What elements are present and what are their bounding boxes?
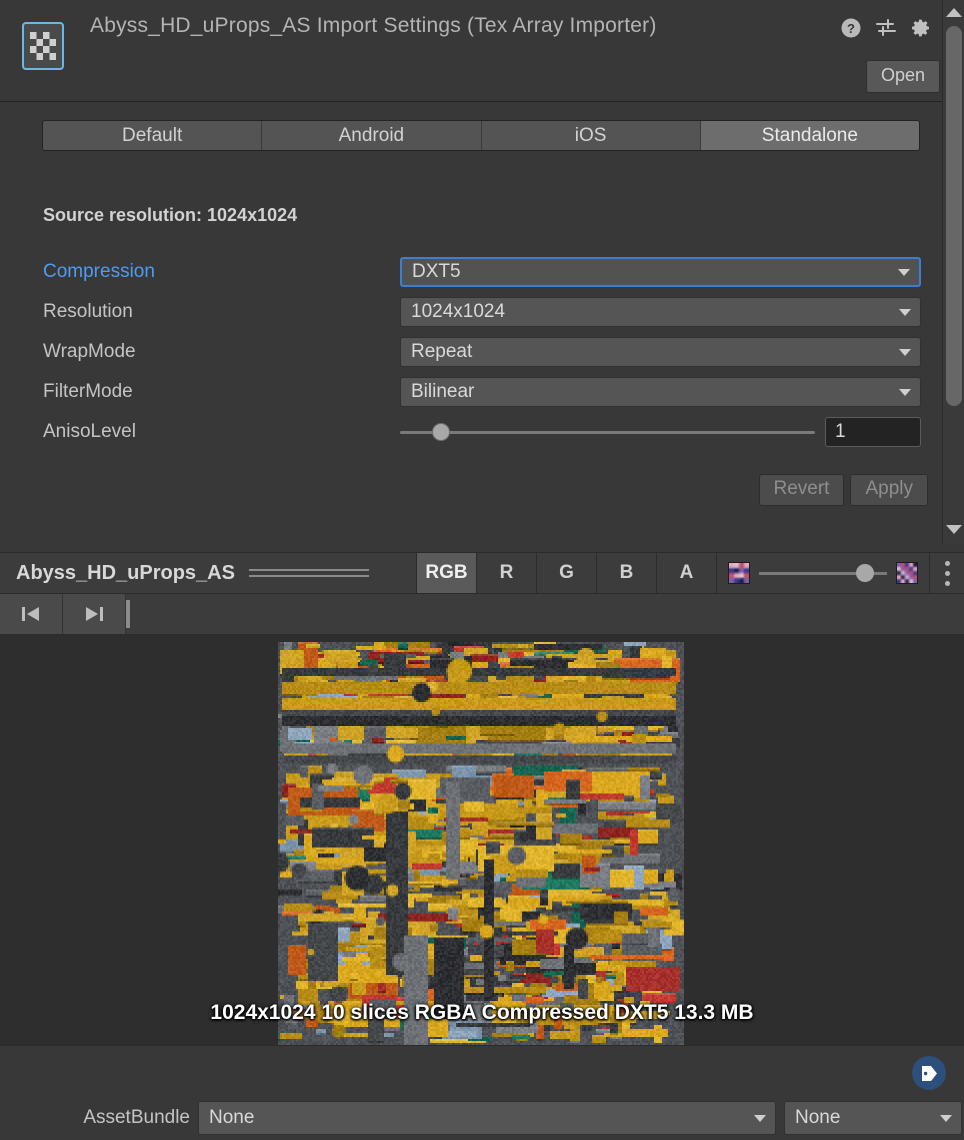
resolution-dropdown[interactable]: 1024x1024 (400, 297, 921, 327)
wrapmode-dropdown[interactable]: Repeat (400, 337, 921, 367)
channel-a-button[interactable]: A (657, 553, 717, 593)
field-filtermode: FilterMode Bilinear (43, 377, 921, 407)
chevron-down-icon (754, 1115, 766, 1122)
preview-title: Abyss_HD_uProps_AS (16, 561, 235, 584)
channel-rgb-button[interactable]: RGB (417, 553, 477, 593)
anisolevel-slider[interactable] (400, 422, 815, 442)
help-icon[interactable]: ? (840, 17, 862, 39)
gear-icon[interactable] (910, 17, 932, 39)
chevron-down-icon (899, 349, 911, 356)
filtermode-value: Bilinear (411, 381, 475, 402)
chevron-down-icon (899, 309, 911, 316)
inspector-window: Abyss_HD_uProps_AS Import Settings (Tex … (0, 0, 964, 1140)
texture-image[interactable] (278, 642, 684, 1045)
slider-handle[interactable] (431, 423, 450, 441)
inspector-header: Abyss_HD_uProps_AS Import Settings (Tex … (0, 0, 964, 102)
mip-level-slider[interactable] (759, 563, 887, 583)
compression-value: DXT5 (412, 261, 461, 282)
assetbundle-name-dropdown[interactable]: None (198, 1101, 776, 1135)
preview-toolbar (0, 594, 964, 635)
mip-large-checker-icon (896, 562, 918, 584)
slider-handle[interactable] (855, 564, 874, 582)
wrapmode-label: WrapMode (43, 341, 136, 362)
texture-checker-icon (22, 22, 64, 70)
chevron-down-icon (898, 269, 910, 276)
skip-previous-glyph (22, 607, 39, 621)
label-tag-glyph (921, 1065, 937, 1081)
tab-standalone[interactable]: Standalone (700, 121, 919, 150)
checker-glyph (30, 32, 56, 60)
toolbar-separator (126, 600, 130, 628)
page-title: Abyss_HD_uProps_AS Import Settings (Tex … (90, 14, 657, 37)
more-options-icon[interactable] (930, 553, 964, 593)
texture-preview-area[interactable]: 1024x1024 10 slices RGBA Compressed DXT5… (0, 635, 964, 1045)
preview-header-bar: Abyss_HD_uProps_AS RGB R G B A (0, 552, 964, 594)
wrapmode-value: Repeat (411, 341, 473, 362)
assetbundle-footer: AssetBundle None None (0, 1045, 964, 1140)
channel-b-button[interactable]: B (597, 553, 657, 593)
skip-next-icon[interactable] (63, 594, 126, 634)
channel-r-button[interactable]: R (477, 553, 537, 593)
open-button[interactable]: Open (865, 60, 940, 93)
source-resolution-label: Source resolution: 1024x1024 (43, 205, 298, 225)
anisolevel-input[interactable]: 1 (825, 417, 921, 447)
apply-actions: Revert Apply (758, 474, 928, 506)
field-wrapmode: WrapMode Repeat (43, 337, 921, 367)
drag-handle-icon[interactable] (248, 569, 369, 577)
resolution-value: 1024x1024 (411, 301, 506, 322)
tab-android[interactable]: Android (262, 121, 482, 150)
skip-previous-icon[interactable] (0, 594, 63, 634)
tab-ios[interactable]: iOS (481, 121, 701, 150)
mip-level-control (717, 553, 930, 593)
svg-text:?: ? (847, 21, 855, 36)
texture-info-label: 1024x1024 10 slices RGBA Compressed DXT5… (210, 1001, 754, 1024)
field-anisolevel: AnisoLevel 1 (43, 417, 921, 447)
filtermode-dropdown[interactable]: Bilinear (400, 377, 921, 407)
scroll-up-arrow-icon[interactable] (943, 2, 964, 22)
scroll-down-arrow-icon[interactable] (943, 519, 964, 539)
assetbundle-variant-dropdown[interactable]: None (784, 1101, 962, 1135)
chevron-down-icon (899, 389, 911, 396)
compression-dropdown[interactable]: DXT5 (400, 257, 921, 287)
compression-label: Compression (43, 261, 155, 282)
header-icon-group: ? (840, 17, 932, 39)
skip-next-glyph (86, 607, 103, 621)
apply-button[interactable]: Apply (850, 474, 928, 506)
texture-atlas-canvas (278, 642, 684, 1045)
revert-button[interactable]: Revert (758, 474, 845, 506)
assetbundle-variant-value: None (795, 1107, 841, 1128)
label-tag-icon[interactable] (912, 1056, 946, 1090)
tab-default[interactable]: Default (43, 121, 263, 150)
platform-tab-bar: Default Android iOS Standalone (42, 120, 920, 151)
assetbundle-row: AssetBundle None None (0, 1101, 964, 1135)
assetbundle-label: AssetBundle (83, 1107, 190, 1128)
preview-header-spacer (369, 553, 416, 593)
preset-icon[interactable] (875, 17, 897, 39)
chevron-down-icon (940, 1115, 952, 1122)
scrollbar-thumb[interactable] (946, 26, 962, 406)
anisolevel-label: AnisoLevel (43, 421, 136, 442)
resolution-label: Resolution (43, 301, 133, 322)
settings-scrollbar[interactable] (942, 0, 964, 543)
field-compression: Compression DXT5 (43, 257, 921, 287)
channel-button-group: RGB R G B A (416, 553, 717, 593)
slider-track (400, 430, 815, 434)
mip-small-checker-icon (728, 562, 750, 584)
anisolevel-control: 1 (400, 417, 921, 447)
field-resolution: Resolution 1024x1024 (43, 297, 921, 327)
channel-g-button[interactable]: G (537, 553, 597, 593)
filtermode-label: FilterMode (43, 381, 133, 402)
assetbundle-name-value: None (209, 1107, 255, 1128)
